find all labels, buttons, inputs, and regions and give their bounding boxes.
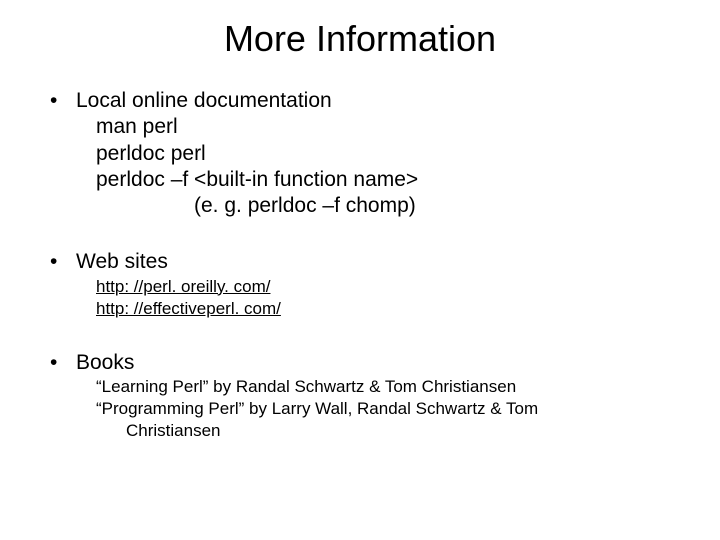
web-heading: Web sites [76, 249, 690, 275]
bullet-web-sites: Web sites http: //perl. oreilly. com/ ht… [50, 249, 690, 319]
slide-title: More Information [30, 18, 690, 60]
local-line-2: perldoc perl [76, 141, 690, 167]
local-heading: Local online documentation [76, 88, 690, 114]
local-line-1: man perl [76, 114, 690, 140]
local-line-4: (e. g. perldoc –f chomp) [76, 193, 690, 219]
book-2-line-1: “Programming Perl” by Larry Wall, Randal… [76, 398, 690, 420]
books-heading: Books [76, 350, 690, 376]
bullet-books: Books “Learning Perl” by Randal Schwartz… [50, 350, 690, 443]
web-link-1[interactable]: http: //perl. oreilly. com/ [76, 276, 690, 298]
bullet-local-docs: Local online documentation man perl perl… [50, 88, 690, 219]
local-line-3: perldoc –f <built-in function name> [76, 167, 690, 193]
slide: More Information Local online documentat… [0, 0, 720, 540]
book-2-line-2: Christiansen [76, 420, 690, 442]
book-1: “Learning Perl” by Randal Schwartz & Tom… [76, 376, 690, 398]
web-link-2[interactable]: http: //effectiveperl. com/ [76, 298, 690, 320]
bullet-list: Local online documentation man perl perl… [30, 88, 690, 442]
